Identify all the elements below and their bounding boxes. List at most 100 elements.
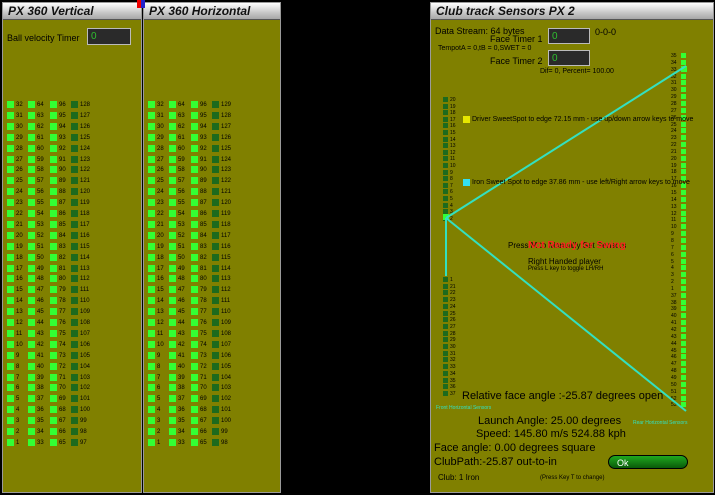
sensor-number: 124 [80,145,91,152]
club-sensor-square [681,80,686,86]
sensor-square [169,253,176,261]
club-sensor-number: 37 [450,390,456,397]
sensor-number: 29 [157,134,164,141]
club-sensor-square [443,163,448,168]
sensor-square [191,210,198,217]
sensor-square [7,264,14,272]
club-sensor-number: 36 [450,384,456,391]
sensor-square [212,406,219,414]
sensor-number: 15 [157,287,164,294]
sensor-number: 122 [80,167,91,174]
sensor-number: 93 [59,134,66,141]
face-timer1-field[interactable]: 0 [548,28,590,44]
sensor-number: 39 [37,374,44,381]
ball-velocity-label: Ball velocity Timer [7,33,80,43]
sensor-square [71,384,78,392]
club-sensor-number: 25 [450,310,456,317]
sensor-square [71,231,78,239]
sensor-number: 76 [59,320,66,326]
sensor-square [191,417,198,425]
sensor-square [50,373,57,381]
ball-velocity-field[interactable]: 0 [87,28,131,45]
sensor-number: 75 [200,330,207,337]
club-sensor-square [443,202,448,208]
club-sensor-square [443,290,448,296]
club-sensor-square [681,320,686,326]
club-sensor-square [681,169,686,175]
sensor-number: 115 [80,243,90,250]
club-sensor-square [681,155,686,161]
sensor-square [169,199,176,207]
sensor-number: 96 [59,102,66,108]
sensor-square [28,362,35,370]
sensor-square [148,275,155,283]
club-sensor-number: 22 [450,290,456,297]
ok-button[interactable]: Ok [608,455,688,469]
sensor-square [7,340,14,348]
sensor-number: 23 [157,200,164,207]
sensor-square [148,351,155,359]
club-sensor-number: 30 [671,87,677,94]
sensor-square [7,231,14,239]
club-window-title[interactable]: Club track Sensors PX 2 [431,3,713,20]
sensor-square [148,144,155,152]
sensor-number: 28 [16,145,23,152]
sensor-square [50,155,57,163]
sensor-square [191,329,198,337]
sensor-square [71,373,78,381]
sensor-square [28,275,35,283]
vertical-window-title[interactable]: PX 360 Vertical [3,3,141,20]
club-sensor-number: 32 [671,73,677,80]
horizontal-window-content: 32 31 30 29 28 27 26 25 24 23 22 21 20 19 18 17 16 15 14 13… [144,21,280,492]
sensor-number: 51 [37,243,44,250]
sensor-square [28,210,35,217]
sensor-square [212,199,219,207]
sensor-number: 99 [80,418,87,425]
sensor-number: 17 [157,265,164,272]
sensor-square [191,297,198,305]
sensor-square [50,177,57,185]
sensor-number: 31 [157,112,164,119]
sensor-number: 111 [80,287,90,294]
sensor-square [212,340,219,348]
club-sensor-square [681,251,686,257]
club-sensor-square [443,277,448,282]
club-sensor-square [681,224,686,230]
club-sensor-number: 14 [671,196,677,203]
sensor-number: 69 [200,396,207,403]
sensor-square [50,253,57,261]
club-sensor-number: 24 [450,303,456,310]
horizontal-window-title[interactable]: PX 360 Horizontal [144,3,280,20]
sensor-square [169,373,176,381]
sensor-number: 117 [80,221,90,228]
sensor-square [169,133,176,141]
sensor-square [50,297,57,305]
club-sensor-number: 35 [450,377,456,384]
club-sensor-square [681,402,686,408]
sensor-square [212,111,219,119]
sensor-number: 92 [200,145,207,152]
sensor-square [71,406,78,414]
sensor-square [7,406,14,414]
club-sensor-number: 15 [671,190,677,196]
active-rear-sensor [681,66,687,72]
sensor-number: 41 [37,352,44,359]
sensor-number: 121 [221,189,232,196]
sensor-number: 30 [157,123,164,130]
club-sensor-number: 1 [671,285,674,292]
sensor-square [191,395,198,403]
sensor-number: 87 [200,200,207,207]
sensor-square [71,286,78,294]
face-timer2-field[interactable]: 0 [548,50,590,66]
sensor-square [50,406,57,414]
sensor-number: 82 [59,254,66,261]
sensor-number: 64 [178,102,185,108]
sensor-square [191,275,198,283]
sensor-number: 95 [59,112,66,119]
sensor-square [50,101,57,108]
sensor-number: 81 [200,265,207,272]
sensor-number: 45 [178,309,185,316]
sensor-number: 36 [178,407,185,414]
club-sensor-square [443,196,448,201]
sensor-square [50,417,57,425]
